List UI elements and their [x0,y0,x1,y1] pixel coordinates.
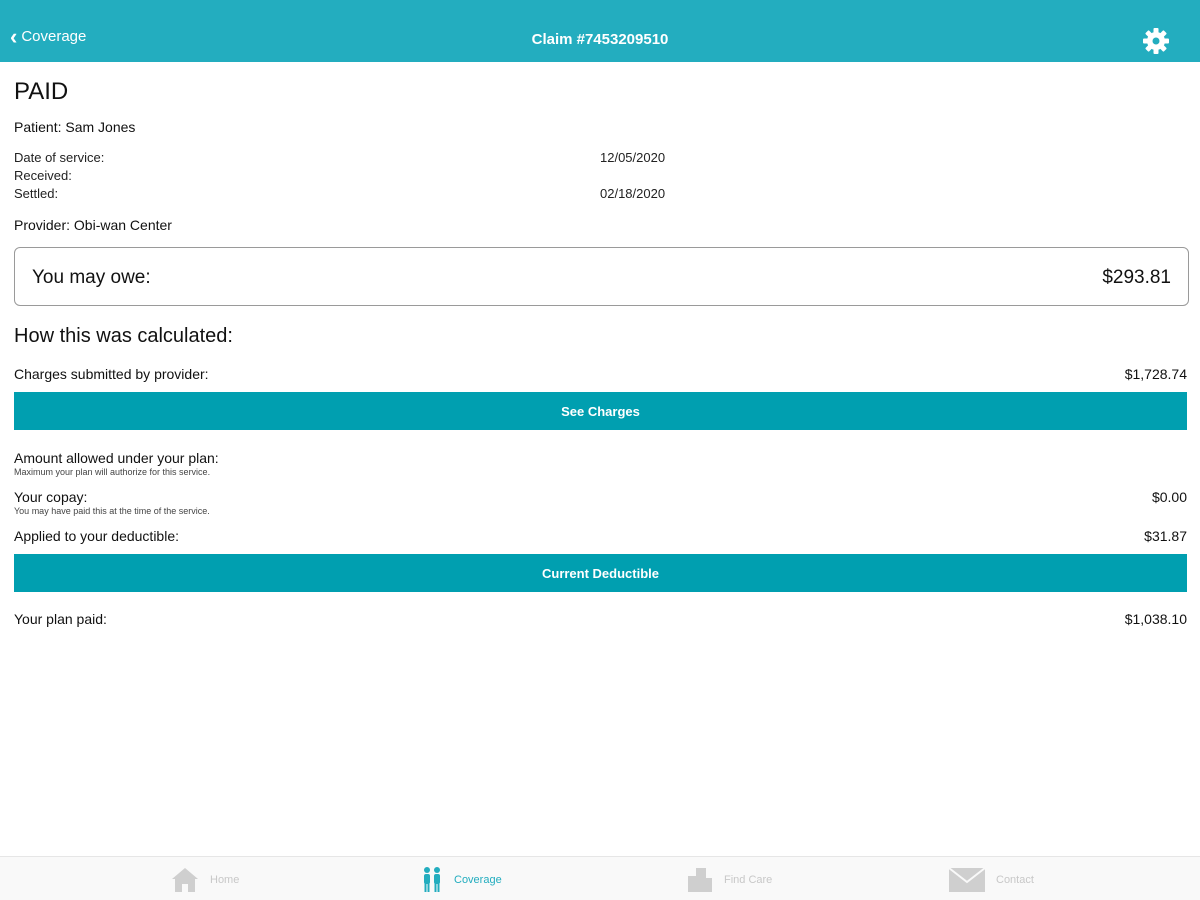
current-deductible-button[interactable]: Current Deductible [14,554,1187,592]
settled-label: Settled: [14,186,59,201]
envelope-icon [948,867,986,892]
tab-contact[interactable]: Contact [948,865,1034,895]
amount-owed-card: You may owe: $293.81 [14,247,1189,306]
gear-icon [1143,28,1169,54]
deductible-value: $31.87 [1144,528,1187,544]
building-icon [688,868,712,892]
copay-note: You may have paid this at the time of th… [14,506,210,516]
received-label: Received: [14,168,72,183]
claim-status: PAID [14,78,69,105]
people-icon [424,867,440,892]
copay-value: $0.00 [1151,489,1187,505]
settled-value: 02/18/2020 [600,186,666,201]
plan-paid-label: Your plan paid: [14,611,107,627]
settings-button[interactable] [1141,26,1171,56]
patient-name: Patient: Sam Jones [14,119,136,135]
provider-name: Provider: Obi-wan Center [14,217,172,233]
tab-find-care[interactable]: Find Care [686,865,772,895]
tab-coverage-label: Coverage [454,874,502,886]
charges-value: $1,728.74 [1124,366,1187,382]
top-navigation-bar: ‹ Coverage Claim #7453209510 [0,0,1200,62]
plan-paid-value: $1,038.10 [1124,611,1187,627]
date-of-service-value: 12/05/2020 [600,150,666,165]
allowed-amount-note: Maximum your plan will authorize for thi… [14,467,211,477]
amount-owed-label: You may owe: [32,267,151,288]
see-charges-button[interactable]: See Charges [14,392,1187,430]
allowed-amount-label: Amount allowed under your plan: [14,450,219,466]
bottom-tab-bar: Home Coverage Find Care Contact [0,856,1200,900]
tab-contact-label: Contact [996,874,1034,886]
home-icon [172,868,198,892]
tab-home[interactable]: Home [170,865,239,895]
amount-owed-value: $293.81 [1102,267,1171,288]
copay-label: Your copay: [14,489,88,505]
page-title: Claim #7453209510 [531,31,669,48]
charges-label: Charges submitted by provider: [14,366,209,382]
date-of-service-label: Date of service: [14,150,105,165]
tab-find-care-label: Find Care [724,874,773,886]
deductible-label: Applied to your deductible: [14,528,179,544]
tab-home-label: Home [210,874,240,886]
calculation-heading: How this was calculated: [14,325,233,347]
tab-coverage[interactable]: Coverage [420,865,502,895]
